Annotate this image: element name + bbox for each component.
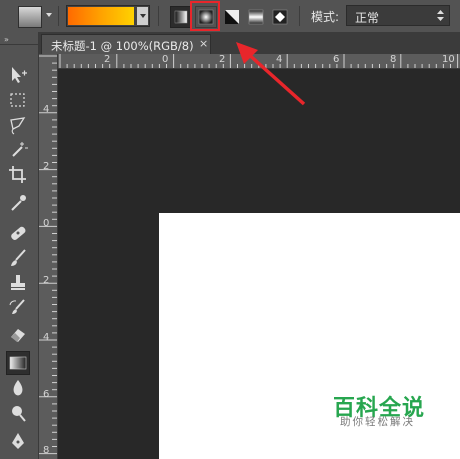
mode-select[interactable]: 正常 [346,5,450,26]
history-brush-icon [9,299,25,314]
dodge-tool[interactable] [7,402,29,424]
move-icon [12,67,27,83]
gradient-picker[interactable] [66,5,150,27]
lasso-icon [10,117,26,135]
magic-wand-icon [12,142,28,157]
tool-preset-dropdown-icon[interactable] [46,13,52,17]
panel-divider [0,44,38,45]
clone-stamp-tool[interactable] [7,272,29,294]
lasso-tool[interactable] [7,114,29,136]
diamond-gradient-button[interactable] [269,6,291,28]
gradient-tool[interactable] [6,351,30,375]
blur-tool[interactable] [7,377,29,399]
linear-gradient-icon [174,10,188,24]
document-tab-title: 未标题-1 @ 100%(RGB/8) [51,39,194,53]
separator [158,6,159,26]
marquee-tool[interactable] [7,89,29,111]
healing-brush-tool[interactable] [7,222,29,244]
magic-wand-tool[interactable] [7,139,29,161]
ruler-label: 6 [43,389,50,400]
brush-icon [11,249,26,266]
history-brush-tool[interactable] [7,297,29,319]
watermark-subtitle: 助你轻松解决 [340,416,415,428]
document-tab[interactable]: 未标题-1 @ 100%(RGB/8) × [41,34,211,55]
ruler-label: 10 [442,54,455,65]
stamp-icon [11,275,25,290]
highlight-box [190,1,220,31]
mode-select-value: 正常 [355,11,380,25]
ruler-label: 4 [43,332,50,343]
reflected-gradient-button[interactable] [245,6,267,28]
ruler-label: 0 [43,218,50,229]
ruler-label: 2 [219,54,226,65]
annotation-arrow-icon [236,42,306,106]
close-icon[interactable]: × [199,37,208,50]
marquee-icon [10,93,25,107]
eyedropper-tool[interactable] [7,192,29,214]
crop-icon [9,166,26,183]
vertical-ruler: 4 2 0 2 4 6 8 [39,54,58,459]
separator [299,6,300,26]
drop-icon [13,380,23,396]
separator [58,6,59,26]
eyedropper-icon [11,195,26,211]
gradient-preview[interactable] [68,7,134,25]
angle-gradient-icon [225,10,239,24]
ruler-label: 2 [43,161,50,172]
mode-label: 模式: [311,10,340,24]
ruler-label: 4 [43,104,50,115]
ruler-label: 0 [162,54,169,65]
reflected-gradient-icon [248,9,264,25]
ruler-label: 2 [43,275,50,286]
collapse-panel-icon[interactable]: » [4,35,9,44]
ruler-label: 8 [43,445,50,456]
bandage-icon [11,226,26,240]
gradient-dropdown-icon[interactable] [137,7,148,25]
gradient-tool-icon [9,356,27,370]
ruler-label: 2 [104,54,111,65]
linear-gradient-button[interactable] [170,6,192,28]
dodge-icon [12,406,26,422]
pen-tool[interactable] [7,430,29,452]
brush-tool[interactable] [7,247,29,269]
eraser-icon [11,329,25,342]
crop-tool[interactable] [7,164,29,186]
tool-panel: » [0,32,39,459]
ruler-label: 8 [390,54,397,65]
angle-gradient-button[interactable] [221,6,243,28]
eraser-tool[interactable] [7,323,29,345]
options-bar: 模式: 正常 [0,0,460,33]
ruler-label: 6 [333,54,340,65]
pen-icon [12,433,24,449]
move-tool[interactable] [7,64,29,86]
diamond-gradient-icon [272,9,288,25]
updown-arrow-icon [437,10,444,21]
tool-preset-picker[interactable] [18,6,42,28]
